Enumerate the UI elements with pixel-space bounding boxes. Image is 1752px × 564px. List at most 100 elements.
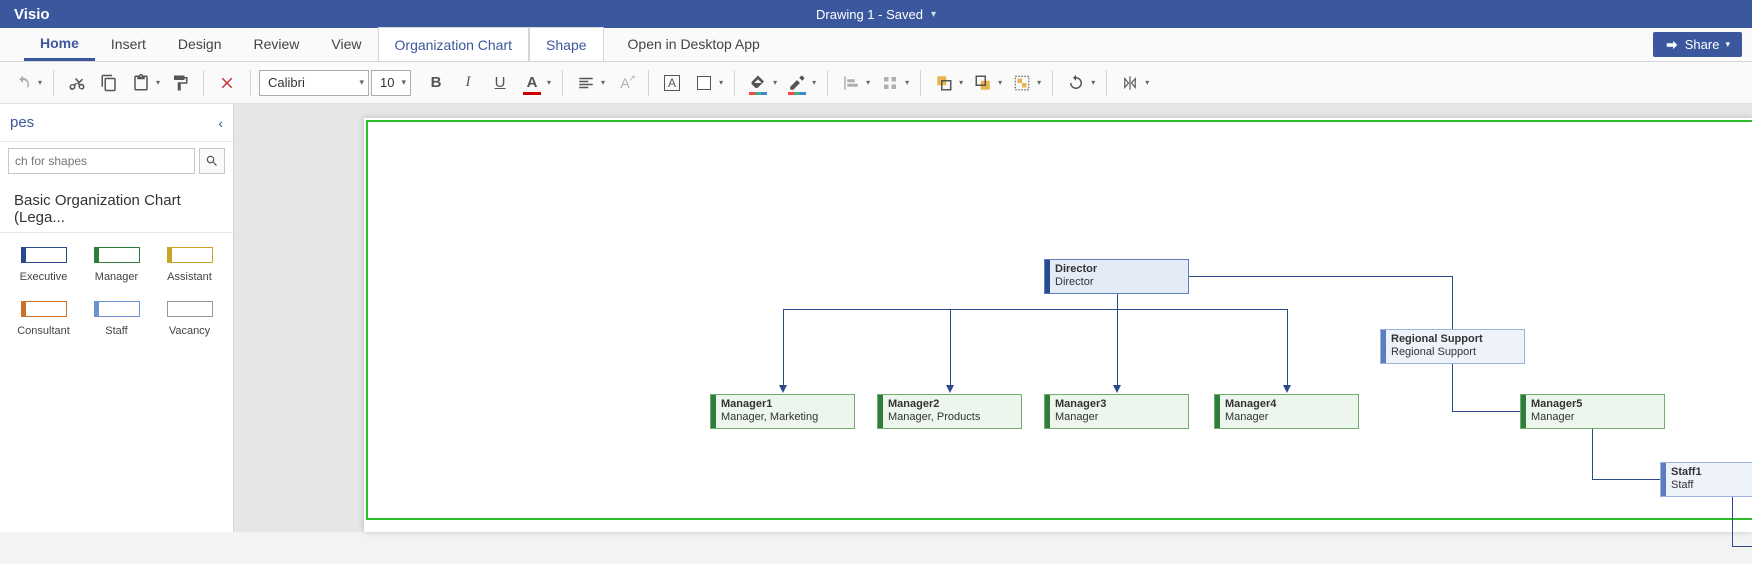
org-node-s1[interactable]: Staff1Staff [1660, 462, 1752, 497]
format-painter-button[interactable] [165, 68, 195, 98]
connector [1592, 479, 1660, 480]
shape-manager[interactable]: Manager [83, 247, 150, 283]
arrow-icon [946, 385, 954, 393]
ribbon-toolbar: ▾ ▾ Calibri▾ 10▾ B I U A ▾ ▾ A↗ A ▾ ▾ ▾ … [0, 62, 1752, 104]
org-node-m2[interactable]: Manager2Manager, Products [877, 394, 1022, 429]
shape-vacancy[interactable]: Vacancy [156, 301, 223, 337]
chevron-down-icon[interactable]: ▾ [601, 78, 608, 87]
bring-front-button[interactable] [929, 68, 959, 98]
shape-thumb-icon [21, 301, 67, 317]
stencil-name[interactable]: Basic Organization Chart (Lega... [0, 180, 233, 233]
copy-button[interactable] [94, 68, 124, 98]
chevron-down-icon: ▾ [1725, 39, 1730, 50]
arrow-icon [1283, 385, 1291, 393]
collapse-pane-icon[interactable]: ‹ [218, 115, 223, 131]
chevron-down-icon[interactable]: ▾ [812, 78, 819, 87]
text-box-button[interactable]: A [657, 68, 687, 98]
org-node-m3[interactable]: Manager3Manager [1044, 394, 1189, 429]
fill-color-button[interactable] [743, 68, 773, 98]
share-label: Share [1685, 37, 1720, 52]
chevron-down-icon[interactable]: ▾ [1091, 78, 1098, 87]
connector [1732, 546, 1752, 547]
connector [1287, 309, 1288, 386]
document-title[interactable]: Drawing 1 - Saved ▾ [816, 7, 936, 22]
line-color-button[interactable] [782, 68, 812, 98]
chevron-down-icon[interactable]: ▾ [998, 78, 1005, 87]
shapes-pane-header: pes ‹ [0, 104, 233, 142]
tab-design[interactable]: Design [162, 27, 238, 61]
chevron-down-icon[interactable]: ▾ [866, 78, 873, 87]
chevron-down-icon[interactable]: ▾ [547, 78, 554, 87]
arrow-icon [1113, 385, 1121, 393]
search-button[interactable] [199, 148, 225, 174]
search-input[interactable] [8, 148, 195, 174]
position-button[interactable] [875, 68, 905, 98]
tab-home[interactable]: Home [24, 27, 95, 61]
connector [1732, 497, 1733, 546]
align-shapes-button[interactable] [836, 68, 866, 98]
tab-org-chart[interactable]: Organization Chart [378, 27, 530, 61]
connector [1452, 411, 1520, 412]
page[interactable] [364, 118, 1752, 532]
rotate-button[interactable] [1061, 68, 1091, 98]
chevron-down-icon[interactable]: ▾ [905, 78, 912, 87]
connector [1452, 276, 1453, 329]
connector [783, 309, 784, 386]
chevron-down-icon[interactable]: ▾ [1145, 78, 1152, 87]
share-button[interactable]: Share ▾ [1653, 32, 1742, 57]
shape-thumb-icon [94, 301, 140, 317]
org-node-reg[interactable]: Regional SupportRegional Support [1380, 329, 1525, 364]
undo-button[interactable] [8, 68, 38, 98]
bold-button[interactable]: B [421, 68, 451, 98]
shape-thumb-icon [167, 301, 213, 317]
shape-staff[interactable]: Staff [83, 301, 150, 337]
send-back-button[interactable] [968, 68, 998, 98]
body: pes ‹ Basic Organization Chart (Lega... … [0, 104, 1752, 532]
italic-button[interactable]: I [453, 68, 483, 98]
org-node-dir[interactable]: DirectorDirector [1044, 259, 1189, 294]
tab-review[interactable]: Review [238, 27, 316, 61]
shapes-sidebar: pes ‹ Basic Organization Chart (Lega... … [0, 104, 234, 532]
align-button[interactable] [571, 68, 601, 98]
chevron-down-icon[interactable]: ▾ [719, 78, 726, 87]
cut-button[interactable] [62, 68, 92, 98]
flip-button[interactable] [1115, 68, 1145, 98]
chevron-down-icon[interactable]: ▾ [773, 78, 780, 87]
chevron-down-icon[interactable]: ▾ [959, 78, 966, 87]
org-node-m5[interactable]: Manager5Manager [1520, 394, 1665, 429]
shape-assistant[interactable]: Assistant [156, 247, 223, 283]
shapes-pane-title: pes [10, 114, 34, 131]
app-name: Visio [0, 6, 50, 23]
tab-shape[interactable]: Shape [529, 27, 603, 61]
chevron-down-icon[interactable]: ▾ [38, 78, 45, 87]
paste-button[interactable] [126, 68, 156, 98]
chevron-down-icon[interactable]: ▾ [1037, 78, 1044, 87]
tab-view[interactable]: View [315, 27, 377, 61]
underline-button[interactable]: U [485, 68, 515, 98]
connector [1117, 294, 1118, 309]
font-color-button[interactable]: A [517, 68, 547, 98]
shape-thumb-icon [167, 247, 213, 263]
group-button[interactable] [1007, 68, 1037, 98]
rotate-text-button[interactable]: A↗ [610, 68, 640, 98]
connector [1189, 276, 1453, 277]
connector [1592, 429, 1593, 479]
tab-open-desktop[interactable]: Open in Desktop App [604, 27, 776, 61]
connector [1117, 309, 1118, 386]
chevron-down-icon[interactable]: ▾ [156, 78, 163, 87]
fill-shape-button[interactable] [689, 68, 719, 98]
delete-button[interactable] [212, 68, 242, 98]
shape-executive[interactable]: Executive [10, 247, 77, 283]
connector [1452, 364, 1453, 411]
font-name-combo[interactable]: Calibri▾ [259, 70, 369, 96]
tab-insert[interactable]: Insert [95, 27, 162, 61]
shape-consultant[interactable]: Consultant [10, 301, 77, 337]
share-icon [1665, 38, 1679, 52]
font-size-combo[interactable]: 10▾ [371, 70, 411, 96]
document-title-text: Drawing 1 - Saved [816, 7, 923, 22]
org-node-m4[interactable]: Manager4Manager [1214, 394, 1359, 429]
share-button-wrap: Share ▾ [1653, 32, 1742, 57]
connector [950, 309, 951, 386]
org-node-m1[interactable]: Manager1Manager, Marketing [710, 394, 855, 429]
drawing-canvas[interactable]: DirectorDirector Regional SupportRegional… [324, 104, 1752, 532]
